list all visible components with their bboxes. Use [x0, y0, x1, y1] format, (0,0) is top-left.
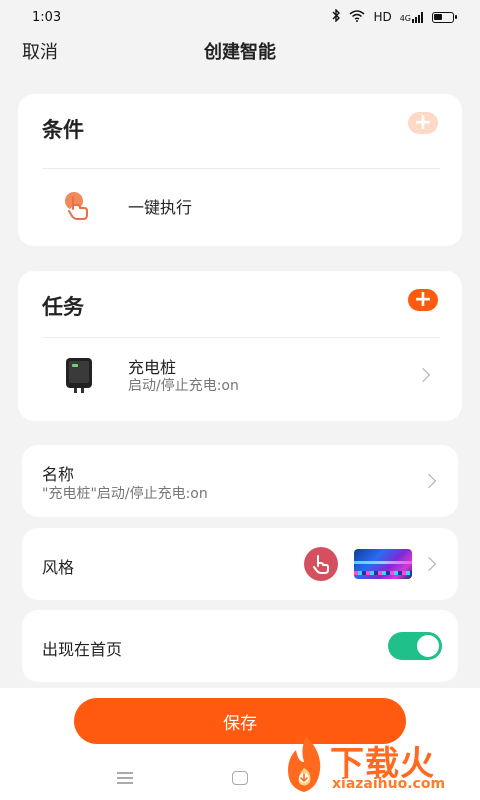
style-row[interactable]: 风格 — [22, 528, 458, 600]
chevron-right-icon — [421, 556, 437, 572]
plus-icon: + — [413, 110, 433, 135]
task-item[interactable]: 充电桩 启动/停止充电:on — [18, 338, 462, 420]
header: 取消 创建智能 — [0, 34, 480, 68]
watermark-domain: xiazaihuo.com — [332, 776, 446, 792]
page-title: 创建智能 — [204, 42, 276, 63]
nav-home-icon[interactable] — [232, 771, 248, 785]
homepage-row: 出现在首页 — [22, 610, 458, 682]
nav-menu-icon[interactable] — [117, 772, 133, 784]
tasks-title: 任务 — [42, 295, 84, 319]
style-icon-preview — [304, 547, 338, 581]
style-row-label: 风格 — [42, 558, 75, 577]
signal-icon: 4G — [399, 11, 424, 23]
task-item-sub: 启动/停止充电:on — [128, 378, 239, 394]
cancel-button[interactable]: 取消 — [22, 38, 58, 64]
add-condition-button[interactable]: + — [408, 112, 438, 134]
status-icons: HD 4G — [331, 8, 457, 25]
name-row[interactable]: 名称 "充电桩"启动/停止充电:on — [22, 445, 458, 517]
toggle-knob — [417, 635, 439, 657]
chevron-right-icon — [421, 473, 437, 489]
wifi-icon — [349, 9, 365, 25]
add-task-button[interactable]: + — [408, 289, 438, 311]
network-type: 4G — [399, 13, 411, 23]
tap-hand-icon — [64, 191, 92, 221]
tasks-card: 任务 + 充电桩 启动/停止充电:on — [18, 271, 462, 421]
hd-label: HD — [373, 10, 392, 24]
status-time: 1:03 — [32, 9, 62, 25]
style-background-thumbnail — [354, 549, 412, 579]
condition-item-label: 一键执行 — [128, 198, 193, 217]
watermark-logo: 下载火 xiazaihuo.com — [282, 734, 478, 798]
plus-icon: + — [413, 287, 433, 312]
battery-icon — [432, 11, 457, 23]
charger-icon — [64, 356, 94, 394]
status-bar: 1:03 HD 4G — [0, 0, 480, 34]
name-row-value: "充电桩"启动/停止充电:on — [42, 486, 208, 502]
conditions-card: 条件 + 一键执行 — [18, 94, 462, 246]
chevron-right-icon — [415, 367, 431, 383]
bluetooth-icon — [331, 8, 341, 25]
conditions-title: 条件 — [42, 118, 84, 142]
homepage-toggle[interactable] — [388, 632, 442, 660]
name-row-label: 名称 — [42, 465, 75, 484]
condition-item[interactable]: 一键执行 — [18, 169, 462, 244]
homepage-row-label: 出现在首页 — [42, 640, 123, 659]
